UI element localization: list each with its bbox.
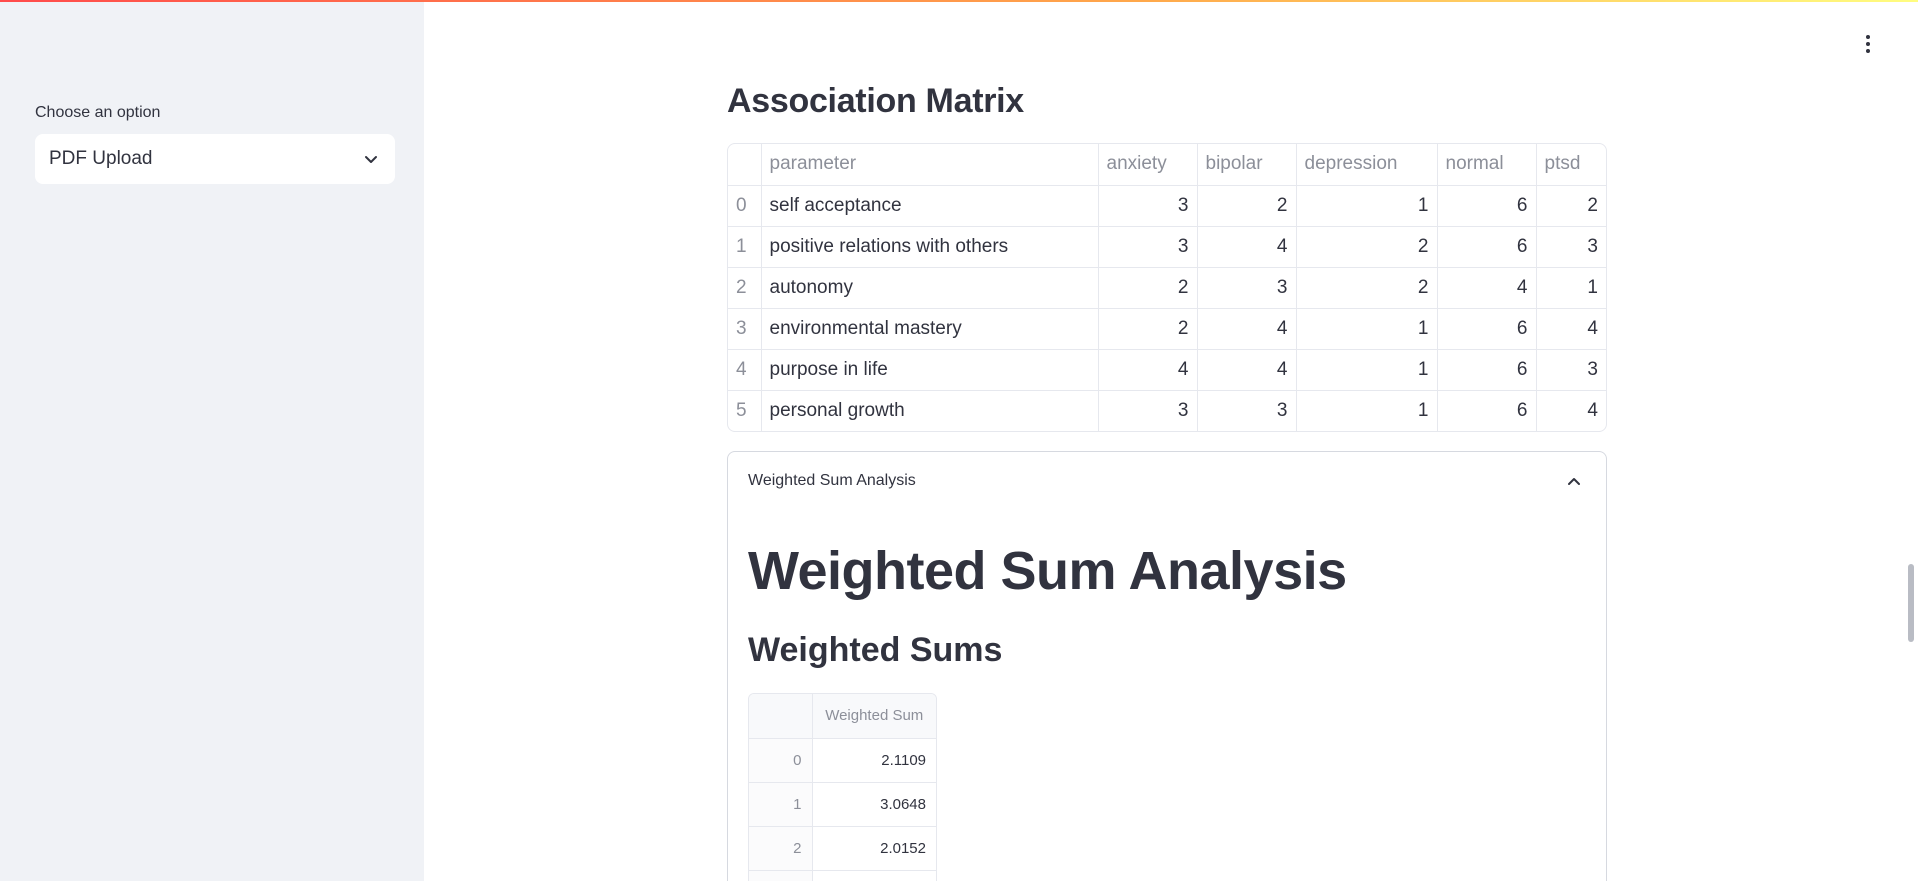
- table-row: 4 purpose in life 4 4 1 6 3: [728, 349, 1606, 391]
- cell-depression[interactable]: 1: [1296, 185, 1438, 227]
- cell-anxiety[interactable]: 3: [1098, 185, 1198, 227]
- cell-normal[interactable]: 6: [1437, 226, 1537, 268]
- column-header-ptsd[interactable]: ptsd: [1536, 144, 1606, 186]
- cell-bipolar[interactable]: 3: [1197, 390, 1297, 431]
- column-header-parameter[interactable]: parameter: [761, 144, 1099, 186]
- select-label: Choose an option: [35, 104, 161, 121]
- column-header-anxiety[interactable]: anxiety: [1098, 144, 1198, 186]
- table-row: 1 positive relations with others 3 4 2 6…: [728, 226, 1606, 268]
- cell-weighted-sum[interactable]: [812, 870, 936, 881]
- more-vertical-icon: [1866, 35, 1870, 39]
- table-row: 3 environmental mastery 2 4 1 6 4: [728, 308, 1606, 350]
- weighted-sums-subheading: Weighted Sums: [748, 631, 1003, 669]
- cell-parameter[interactable]: self acceptance: [761, 185, 1099, 227]
- association-matrix-title: Association Matrix: [727, 82, 1024, 120]
- column-header-normal[interactable]: normal: [1437, 144, 1537, 186]
- cell-depression[interactable]: 1: [1296, 308, 1438, 350]
- cell-weighted-sum[interactable]: 2.0152: [812, 826, 936, 871]
- weighted-sums-table[interactable]: Weighted Sum 0 2.1109 1 3.0648 2 2.0152: [748, 693, 937, 881]
- cell-weighted-sum[interactable]: 3.0648: [812, 782, 936, 827]
- cell-anxiety[interactable]: 2: [1098, 308, 1198, 350]
- chevron-down-icon: [365, 156, 377, 163]
- cell-parameter[interactable]: positive relations with others: [761, 226, 1099, 268]
- table-row: 2 2.0152: [749, 826, 936, 871]
- table-row: 0 self acceptance 3 2 1 6 2: [728, 185, 1606, 227]
- cell-anxiety[interactable]: 4: [1098, 349, 1198, 391]
- select-value: PDF Upload: [49, 148, 153, 169]
- cell-ptsd[interactable]: 3: [1536, 349, 1606, 391]
- cell-bipolar[interactable]: 4: [1197, 308, 1297, 350]
- cell-parameter[interactable]: personal growth: [761, 390, 1099, 431]
- cell-bipolar[interactable]: 3: [1197, 267, 1297, 309]
- cell-normal[interactable]: 6: [1437, 308, 1537, 350]
- cell-parameter[interactable]: purpose in life: [761, 349, 1099, 391]
- weighted-sum-heading: Weighted Sum Analysis: [748, 541, 1347, 601]
- cell-bipolar[interactable]: 2: [1197, 185, 1297, 227]
- main-menu-button[interactable]: [1856, 30, 1880, 58]
- cell-ptsd[interactable]: 1: [1536, 267, 1606, 309]
- cell-ptsd[interactable]: 4: [1536, 390, 1606, 431]
- row-index: 4: [728, 349, 762, 391]
- main-scrollbar[interactable]: [1908, 564, 1914, 642]
- column-header-index[interactable]: [749, 694, 813, 739]
- cell-normal[interactable]: 6: [1437, 185, 1537, 227]
- cell-depression[interactable]: 2: [1296, 226, 1438, 268]
- table-row: 2 autonomy 2 3 2 4 1: [728, 267, 1606, 309]
- column-header-bipolar[interactable]: bipolar: [1197, 144, 1297, 186]
- cell-ptsd[interactable]: 4: [1536, 308, 1606, 350]
- table-row: 0 2.1109: [749, 738, 936, 783]
- row-index: 1: [749, 782, 813, 827]
- cell-bipolar[interactable]: 4: [1197, 349, 1297, 391]
- row-index: 0: [728, 185, 762, 227]
- row-index: 3: [728, 308, 762, 350]
- expander-header[interactable]: Weighted Sum Analysis: [748, 472, 916, 490]
- row-index: 2: [728, 267, 762, 309]
- cell-depression[interactable]: 1: [1296, 349, 1438, 391]
- association-matrix-table[interactable]: parameter anxiety bipolar depression nor…: [727, 143, 1607, 432]
- chevron-up-icon[interactable]: [1566, 474, 1582, 490]
- table-row: 5 personal growth 3 3 1 6 4: [728, 390, 1606, 431]
- sidebar: Choose an option PDF Upload: [0, 0, 424, 881]
- column-header-weighted-sum[interactable]: Weighted Sum: [812, 694, 936, 739]
- row-index: 5: [728, 390, 762, 431]
- top-decoration-bar: [0, 0, 1918, 2]
- cell-anxiety[interactable]: 3: [1098, 226, 1198, 268]
- cell-bipolar[interactable]: 4: [1197, 226, 1297, 268]
- cell-normal[interactable]: 6: [1437, 349, 1537, 391]
- cell-weighted-sum[interactable]: 2.1109: [812, 738, 936, 783]
- cell-ptsd[interactable]: 3: [1536, 226, 1606, 268]
- cell-anxiety[interactable]: 2: [1098, 267, 1198, 309]
- weighted-sum-expander: Weighted Sum Analysis Weighted Sum Analy…: [727, 451, 1607, 881]
- cell-normal[interactable]: 6: [1437, 390, 1537, 431]
- cell-depression[interactable]: 2: [1296, 267, 1438, 309]
- table-header-row: Weighted Sum: [749, 694, 936, 739]
- column-header-index[interactable]: [728, 144, 762, 186]
- cell-normal[interactable]: 4: [1437, 267, 1537, 309]
- table-row: [749, 870, 936, 881]
- row-index: 1: [728, 226, 762, 268]
- cell-parameter[interactable]: autonomy: [761, 267, 1099, 309]
- cell-parameter[interactable]: environmental mastery: [761, 308, 1099, 350]
- cell-anxiety[interactable]: 3: [1098, 390, 1198, 431]
- row-index: 2: [749, 826, 813, 871]
- table-row: 1 3.0648: [749, 782, 936, 827]
- column-header-depression[interactable]: depression: [1296, 144, 1438, 186]
- table-header-row: parameter anxiety bipolar depression nor…: [728, 144, 1606, 186]
- option-select[interactable]: PDF Upload: [35, 134, 395, 184]
- row-index: 0: [749, 738, 813, 783]
- cell-ptsd[interactable]: 2: [1536, 185, 1606, 227]
- cell-depression[interactable]: 1: [1296, 390, 1438, 431]
- row-index: [749, 870, 813, 881]
